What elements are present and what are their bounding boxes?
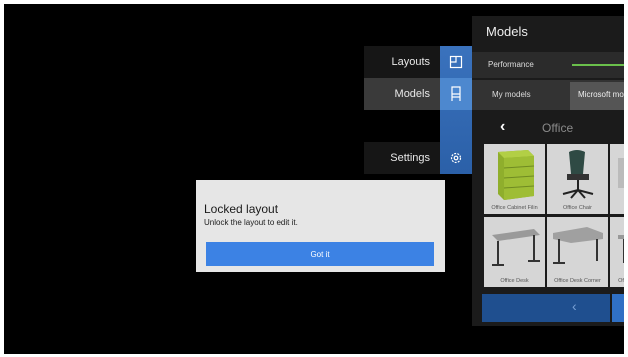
nav-item-label: Layouts xyxy=(391,56,430,68)
model-tile-office-chair[interactable]: Office Chair xyxy=(547,144,608,214)
nav-item-label: Models xyxy=(394,88,430,100)
model-tile-office-desk[interactable]: Office Desk xyxy=(484,217,545,287)
models-tabs: My models Microsoft mo xyxy=(472,80,624,110)
tab-my-models[interactable]: My models xyxy=(492,90,531,99)
side-navigation: Layouts Models Settings xyxy=(364,44,474,174)
chevron-left-icon: ‹ xyxy=(572,298,577,314)
tile-caption: Office Desk Corner xyxy=(554,278,601,284)
layouts-icon[interactable] xyxy=(440,46,472,78)
chair-icon[interactable] xyxy=(440,78,472,110)
gear-icon[interactable] xyxy=(440,142,472,174)
locked-layout-dialog: Locked layout Unlock the layout to edit … xyxy=(196,180,445,272)
nav-icon-strip xyxy=(440,46,472,174)
tile-caption: Office Cabinet Filin xyxy=(491,205,538,211)
nav-item-label: Settings xyxy=(390,152,430,164)
tile-caption: Of xyxy=(618,278,624,284)
performance-label: Performance xyxy=(488,60,534,69)
nav-item-settings[interactable]: Settings xyxy=(364,142,440,174)
pager-previous[interactable]: ‹ xyxy=(482,294,610,322)
tab-microsoft-models[interactable]: Microsoft mo xyxy=(570,82,624,110)
category-header: ‹ Office xyxy=(472,114,624,142)
category-label: Office xyxy=(542,121,574,135)
pager-next[interactable] xyxy=(612,294,624,322)
tile-caption: Office Chair xyxy=(563,205,592,211)
mixed-reality-scene: Layouts Models Settings Models Performan… xyxy=(4,4,624,354)
nav-item-layouts[interactable]: Layouts xyxy=(364,46,440,78)
performance-row: Performance xyxy=(472,52,624,78)
chevron-left-icon[interactable]: ‹ xyxy=(500,118,505,136)
model-tile-office-desk-corner[interactable]: Office Desk Corner xyxy=(547,217,608,287)
model-tile-partial[interactable] xyxy=(610,144,624,214)
nav-item-models[interactable]: Models xyxy=(364,78,440,110)
panel-title: Models xyxy=(486,24,528,39)
tile-caption: Office Desk xyxy=(500,278,529,284)
dialog-title: Locked layout xyxy=(204,202,279,216)
dialog-body: Unlock the layout to edit it. xyxy=(204,218,298,227)
got-it-button[interactable]: Got it xyxy=(206,242,434,266)
model-tile-partial[interactable]: Of xyxy=(610,217,624,287)
performance-bar[interactable] xyxy=(572,64,624,66)
model-tile-office-cabinet[interactable]: Office Cabinet Filin xyxy=(484,144,545,214)
